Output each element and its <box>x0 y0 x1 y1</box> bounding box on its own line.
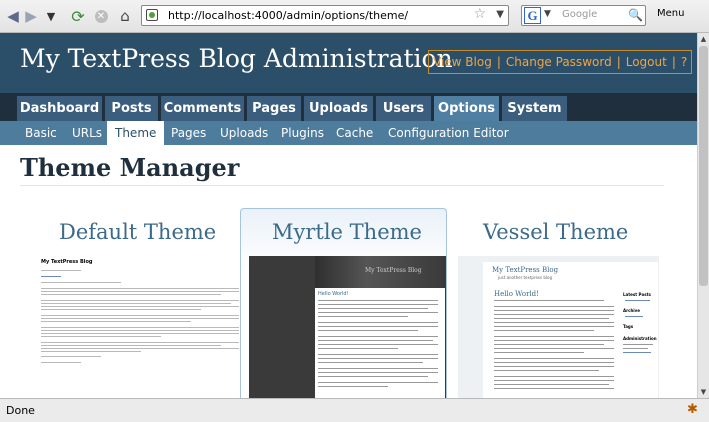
sub-tab-plugins[interactable]: Plugins <box>281 121 324 145</box>
bookmark-star-icon[interactable]: ☆ <box>473 6 486 22</box>
scroll-thumb[interactable] <box>699 46 708 286</box>
preview-title: My TextPress Blog <box>41 259 93 265</box>
preview-subtitle: just another textpress blog <box>498 275 553 280</box>
link-separator: | <box>496 55 501 69</box>
preview-title: My TextPress Blog <box>492 266 559 274</box>
search-magnifier-icon[interactable]: 🔍 <box>628 8 643 22</box>
url-dropdown-icon[interactable]: ▼ <box>496 9 504 20</box>
theme-name-myrtle[interactable]: Myrtle Theme <box>272 220 422 244</box>
title-divider <box>20 185 664 186</box>
main-tab-pages[interactable]: Pages <box>247 96 301 121</box>
back-arrow-icon[interactable]: ◀ <box>3 5 23 27</box>
main-tab-dashboard[interactable]: Dashboard <box>17 96 102 121</box>
menu-button[interactable]: Menu <box>657 8 684 19</box>
sub-tab-cache[interactable]: Cache <box>336 121 373 145</box>
view-blog-link[interactable]: View Blog <box>433 55 492 69</box>
home-icon[interactable]: ⌂ <box>115 5 135 27</box>
logout-link[interactable]: Logout <box>626 55 667 69</box>
link-separator: | <box>616 55 621 69</box>
stop-icon: ✕ <box>94 9 108 23</box>
reload-icon[interactable]: ⟳ <box>68 5 88 27</box>
site-favicon-icon <box>146 9 158 21</box>
sub-tab-uploads[interactable]: Uploads <box>220 121 268 145</box>
change-password-link[interactable]: Change Password <box>506 55 612 69</box>
link-separator: | <box>671 55 676 69</box>
scroll-down-arrow-icon[interactable]: ▼ <box>698 386 709 398</box>
menu-label: Menu <box>657 8 685 19</box>
history-dropdown-icon[interactable]: ▼ <box>44 5 58 27</box>
stop-button[interactable]: ✕ <box>92 5 110 27</box>
theme-preview-default[interactable]: My TextPress Blog <box>40 256 240 402</box>
main-tab-comments[interactable]: Comments <box>161 96 244 121</box>
header-links: View Blog | Change Password | Logout | ? <box>428 50 693 74</box>
preview-sidebar-archive: Archive <box>623 308 640 313</box>
address-bar[interactable]: http://localhost:4000/admin/options/them… <box>141 5 509 26</box>
sub-tab-urls[interactable]: URLs <box>72 121 102 145</box>
preview-sidebar-administration: Administration <box>623 336 657 341</box>
status-text: Done <box>6 404 35 417</box>
main-tab-posts[interactable]: Posts <box>105 96 158 121</box>
preview-page <box>483 262 658 402</box>
theme-preview-myrtle[interactable]: My TextPress Blog Hello World! <box>249 256 446 402</box>
admin-title: My TextPress Blog Administration <box>20 44 453 73</box>
main-tab-system[interactable]: System <box>502 96 567 121</box>
help-link[interactable]: ? <box>681 55 687 69</box>
theme-preview-vessel[interactable]: My TextPress Blog just another textpress… <box>458 256 659 402</box>
preview-sidebar-tags: Tags <box>623 324 634 329</box>
status-bar: Done ✱ <box>0 398 709 422</box>
preview-title: My TextPress Blog <box>365 267 422 274</box>
sub-tab-basic[interactable]: Basic <box>17 121 65 145</box>
preview-sidebar-latest-posts: Latest Posts <box>623 292 651 297</box>
scroll-up-arrow-icon[interactable]: ▲ <box>698 33 709 45</box>
main-tab-users[interactable]: Users <box>376 96 431 121</box>
preview-post-title: Hello World! <box>318 291 349 297</box>
firebug-bug-icon[interactable]: ✱ <box>687 402 703 418</box>
search-engine-dropdown-icon[interactable]: ▼ <box>544 9 551 19</box>
page-title: Theme Manager <box>20 153 240 182</box>
url-text: http://localhost:4000/admin/options/them… <box>168 9 409 22</box>
preview-body: Hello World! <box>315 288 445 402</box>
sub-tab-theme[interactable]: Theme <box>107 121 165 145</box>
forward-arrow-icon[interactable]: ▶ <box>22 5 40 27</box>
main-tab-options[interactable]: Options <box>434 96 499 121</box>
sub-nav: Basic URLs Theme Pages Uploads Plugins C… <box>0 121 697 145</box>
browser-toolbar: ◀ ▶ ▼ ⟳ ✕ ⌂ http://localhost:4000/admin/… <box>0 0 709 33</box>
theme-name-default[interactable]: Default Theme <box>59 220 216 244</box>
sub-tab-pages[interactable]: Pages <box>171 121 206 145</box>
sub-tab-configuration-editor[interactable]: Configuration Editor <box>388 121 509 145</box>
main-tab-uploads[interactable]: Uploads <box>304 96 373 121</box>
search-bar[interactable]: G ▼ Google 🔍 <box>521 5 646 26</box>
theme-name-vessel[interactable]: Vessel Theme <box>483 220 628 244</box>
search-engine-icon[interactable]: G <box>524 7 541 24</box>
preview-post-title: Hello World! <box>494 290 539 298</box>
main-nav: Dashboard Posts Comments Pages Uploads U… <box>0 93 697 121</box>
search-input[interactable]: Google <box>562 9 597 20</box>
vertical-scrollbar[interactable]: ▲ ▼ <box>697 33 709 398</box>
